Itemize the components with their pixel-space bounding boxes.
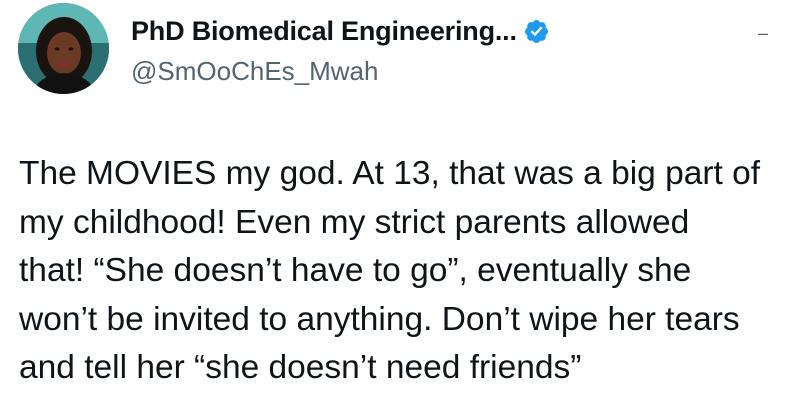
tweet-card: PhD Biomedical Engineering... @SmOoChEs_…: [0, 0, 800, 402]
handle[interactable]: @SmOoChEs_Mwah: [131, 56, 550, 87]
name-row: PhD Biomedical Engineering...: [131, 14, 550, 48]
verified-badge-icon: [523, 18, 550, 45]
author-block: PhD Biomedical Engineering... @SmOoChEs_…: [131, 14, 550, 87]
display-name[interactable]: PhD Biomedical Engineering...: [131, 16, 517, 47]
more-icon[interactable]: –: [758, 24, 768, 42]
avatar[interactable]: [18, 3, 109, 94]
tweet-text: The MOVIES my god. At 13, that was a big…: [19, 155, 761, 386]
